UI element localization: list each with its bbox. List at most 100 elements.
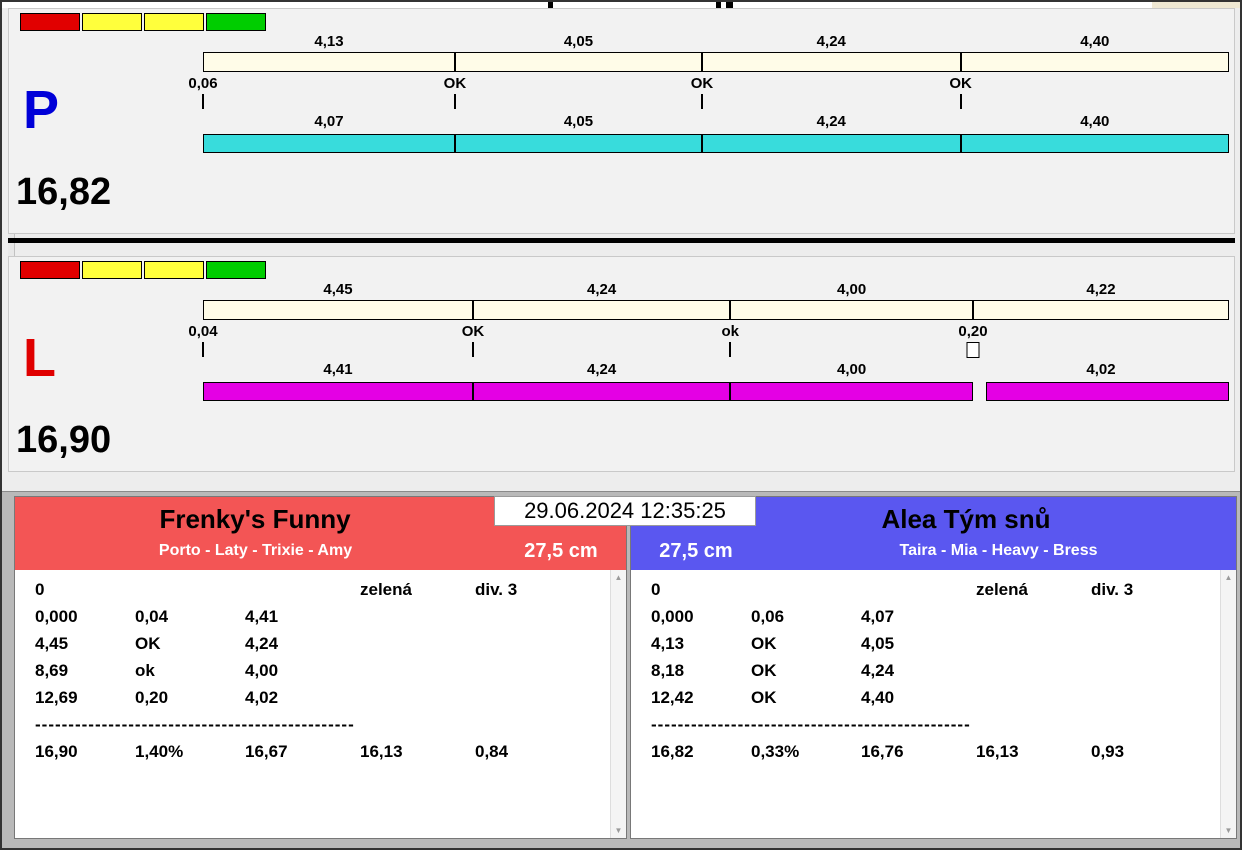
result-cell: 4,07 [861, 607, 895, 626]
result-row: 0,000 0,04 4,41 [15, 603, 626, 630]
scroll-down-icon[interactable]: ▼ [1221, 826, 1236, 835]
lower-split-label: 4,24 [587, 361, 617, 378]
result-cell: OK [751, 688, 777, 707]
result-cell: 4,02 [245, 688, 279, 707]
crossing-marker-label: 0,20 [958, 323, 988, 340]
result-row: 0,000 0,06 4,07 [631, 603, 1236, 630]
result-cell: 0,93 [1091, 742, 1125, 761]
scroll-up-icon[interactable]: ▲ [611, 573, 626, 582]
tick-mark-icon [729, 342, 732, 357]
lower-bar-segment [203, 382, 473, 401]
tick-mark-icon [472, 342, 474, 357]
crossing-marker-label: OK [443, 75, 467, 92]
lower-split-label: 4,40 [1080, 113, 1110, 130]
jump-height: 27,5 cm [659, 539, 733, 562]
result-cell: 4,45 [35, 634, 69, 653]
crossing-marker-label: ok [721, 323, 740, 340]
result-rows: 0 zelená div. 3 0,000 0,06 4,07 4,13 OK 4,05 8,18… [631, 576, 1236, 765]
result-cell: 8,69 [35, 661, 69, 680]
lower-split-label: 4,24 [816, 113, 846, 130]
team-panel-alea-tym-snu: Alea Tým snů 27,5 cm Taira - Mia - Heavy… [630, 496, 1237, 839]
separator-line: ----------------------------------------… [651, 715, 971, 734]
result-cell: 16,76 [861, 742, 904, 761]
tick-mark-icon [202, 342, 204, 357]
result-cell: zelená [360, 580, 412, 599]
lower-bar-segment [203, 134, 455, 153]
result-cell: OK [751, 634, 777, 653]
status-color-block [144, 13, 204, 31]
status-color-block [20, 261, 80, 279]
lower-bar-segment [473, 382, 731, 401]
upper-bar-segment [701, 52, 961, 72]
result-row: 12,69 0,20 4,02 [15, 684, 626, 711]
team-members: Porto - Laty - Trixie - Amy [158, 542, 353, 559]
scroll-up-icon[interactable]: ▲ [1221, 573, 1236, 582]
upper-split-label: 4,40 [1080, 33, 1110, 50]
upper-bar-segment [730, 300, 973, 320]
crossing-marker-ticks [202, 94, 1229, 110]
upper-split-label: 4,05 [563, 33, 594, 50]
upper-bar-segment [203, 52, 455, 72]
result-cell: 16,13 [360, 742, 403, 761]
crossing-marker-label: OK [690, 75, 714, 92]
upper-bar [203, 300, 1229, 320]
result-cell: 16,90 [35, 742, 78, 761]
upper-split-labels: 4,13 4,05 4,24 4,40 [203, 33, 1229, 50]
upper-bar-segment [203, 300, 473, 320]
crossing-marker-label: 0,06 [188, 75, 218, 92]
result-cell: 0 [35, 580, 45, 599]
upper-split-labels: 4,45 4,24 4,00 4,22 [203, 281, 1229, 298]
lane-total-time: 16,82 [16, 171, 112, 213]
results-section: Frenky's Funny Porto - Laty - Trixie - A… [2, 491, 1240, 848]
result-cell: div. 3 [475, 580, 518, 599]
result-cell: 12,42 [651, 688, 694, 707]
upper-split-label: 4,22 [1086, 281, 1116, 298]
tick-mark-icon [453, 94, 456, 109]
result-cell: 4,05 [861, 634, 895, 653]
upper-bar-segment [972, 300, 1229, 320]
team-name: Alea Tým snů [881, 504, 1051, 534]
lower-split-labels: 4,41 4,24 4,00 4,02 [203, 361, 1229, 378]
lower-split-label: 4,41 [323, 361, 353, 378]
scrollbar[interactable]: ▲ ▼ [610, 570, 626, 838]
result-cell: 0,04 [135, 607, 169, 626]
status-color-block [206, 261, 266, 279]
crossing-marker-ticks [202, 342, 1229, 358]
crossing-marker-label: OK [461, 323, 485, 340]
result-cell: 0,33% [751, 742, 800, 761]
scrollbar[interactable]: ▲ ▼ [1220, 570, 1236, 838]
crossing-marker-labels: 0,04 OK ok 0,20 [188, 323, 1229, 340]
team-name: Frenky's Funny [159, 504, 351, 534]
result-cell: 8,18 [651, 661, 685, 680]
upper-split-label: 4,24 [587, 281, 617, 298]
result-cell: div. 3 [1091, 580, 1134, 599]
lane-divider [8, 238, 1235, 243]
result-row: 4,45 OK 4,24 [15, 630, 626, 657]
team-results: 0 zelená div. 3 0,000 0,04 4,41 4,45 OK 4,24 8,69… [15, 570, 626, 838]
result-cell: 0,84 [475, 742, 509, 761]
tick-mark-icon [202, 94, 204, 109]
result-row: 8,69 ok 4,00 [15, 657, 626, 684]
upper-split-label: 4,13 [314, 33, 344, 50]
result-row: 4,13 OK 4,05 [631, 630, 1236, 657]
team-subtitle-row: 27,5 cm Taira - Mia - Heavy - Bress [631, 538, 1236, 564]
result-cell: 16,13 [976, 742, 1019, 761]
result-rows: 0 zelená div. 3 0,000 0,04 4,41 4,45 OK 4,24 8,69… [15, 576, 626, 765]
lane-panel-right: P 4,13 4,05 4,24 4,40 0,06 OK OK OK 4,07 4,05 4,… [8, 8, 1235, 234]
result-cell: 4,41 [245, 607, 279, 626]
result-row: 0 zelená div. 3 [631, 576, 1236, 603]
lower-split-label: 4,02 [1086, 361, 1116, 378]
lower-split-label: 4,00 [836, 361, 867, 378]
result-cell: 0,000 [651, 607, 694, 626]
lower-bar-segment [701, 134, 961, 153]
lower-split-label: 4,07 [314, 113, 344, 130]
lower-bar [203, 134, 1229, 153]
team-subtitle-row: Porto - Laty - Trixie - Amy 27,5 cm [15, 538, 626, 564]
upper-split-label: 4,45 [323, 281, 353, 298]
crossing-marker-label: 0,04 [188, 323, 218, 340]
scroll-down-icon[interactable]: ▼ [611, 826, 626, 835]
lane-letter: L [23, 328, 56, 388]
upper-split-label: 4,24 [816, 33, 846, 50]
upper-bar-segment [960, 52, 1229, 72]
result-cell: 16,82 [651, 742, 694, 761]
